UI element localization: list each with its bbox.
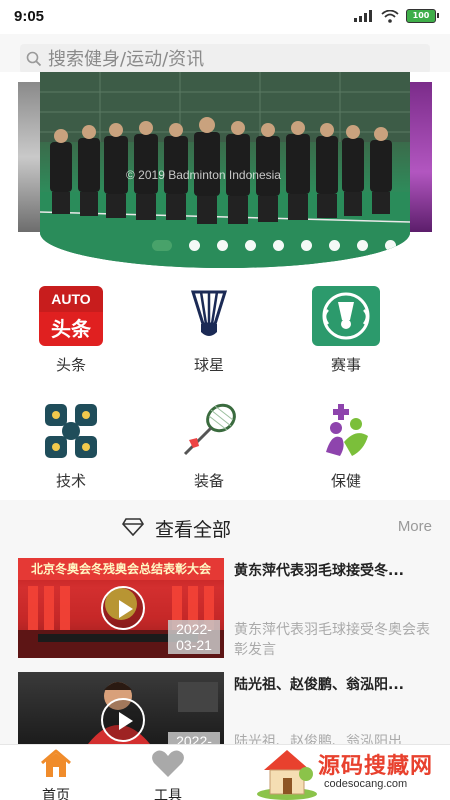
category-stars[interactable]: 球星 (159, 286, 259, 375)
play-button[interactable] (101, 698, 145, 742)
technique-icon (37, 402, 105, 462)
battery-icon: 100 (406, 9, 439, 23)
news-thumbnail[interactable]: 2022- (18, 672, 224, 744)
category-label: 球星 (193, 356, 224, 374)
search-bar[interactable] (20, 44, 430, 74)
date-badge: 2022- (168, 732, 220, 744)
section-title[interactable]: 查看全部 (155, 515, 231, 542)
tab-label: 工具 (154, 788, 182, 800)
signal-icon (354, 10, 372, 22)
status-icons: 100 (354, 9, 439, 23)
tournament-icon (312, 286, 380, 346)
shuttlecock-icon (175, 286, 243, 346)
health-icon (312, 402, 380, 462)
carousel-dot[interactable] (273, 240, 284, 251)
category-technique[interactable]: 技术 (21, 402, 121, 491)
news-title[interactable]: 黄东萍代表羽毛球接受冬... (234, 560, 434, 580)
category-label: 技术 (55, 472, 86, 490)
status-bar: 9:05 100 (0, 0, 450, 34)
category-health[interactable]: 保健 (296, 402, 396, 491)
date-badge: 2022- 03-21 (168, 620, 220, 654)
date-year: 2022- (176, 621, 212, 637)
banner-caption: © 2019 Badminton Indonesia (126, 168, 281, 182)
date-day: 03-21 (176, 637, 212, 653)
category-equipment[interactable]: 装备 (159, 402, 259, 491)
category-label: 保健 (330, 472, 361, 490)
toutiao-badge-bottom: 头条 (39, 312, 103, 346)
watermark-subtitle: codesocang.com (324, 778, 408, 790)
banner-prev-peek[interactable] (18, 82, 42, 232)
watermark: 源码搜藏网 codesocang.com (250, 744, 450, 800)
racket-icon (175, 402, 243, 462)
watermark-title: 源码搜藏网 (318, 754, 434, 779)
carousel-dot[interactable] (245, 240, 256, 251)
carousel-dot[interactable] (385, 240, 396, 251)
more-link[interactable]: More (398, 518, 432, 535)
category-label: 赛事 (330, 356, 361, 374)
category-grid: AUTO 头条 头条 球星 赛事 技术 装备 保健 (0, 272, 450, 500)
carousel-dot[interactable] (217, 240, 228, 251)
house-logo-icon (257, 750, 317, 800)
news-desc: 黄东萍代表羽毛球接受冬奥会表彰发言 (234, 622, 430, 658)
news-title[interactable]: 陆光祖、赵俊鹏、翁泓阳... (234, 674, 434, 694)
banner-next-peek[interactable] (408, 82, 432, 232)
toutiao-badge-top: AUTO (39, 286, 103, 312)
category-label: 头条 (55, 356, 86, 374)
section-header: 查看全部 More (0, 500, 450, 554)
carousel-dot[interactable] (301, 240, 312, 251)
category-toutiao[interactable]: AUTO 头条 头条 (21, 286, 121, 375)
banner-carousel[interactable]: © 2019 Badminton Indonesia (0, 72, 450, 272)
wifi-icon (381, 9, 399, 23)
search-input[interactable] (48, 48, 418, 70)
category-label: 装备 (193, 472, 224, 490)
category-tournament[interactable]: 赛事 (296, 286, 396, 375)
status-time: 9:05 (14, 8, 45, 25)
tab-tools[interactable]: 工具 (133, 749, 203, 800)
carousel-indicator[interactable] (152, 240, 396, 251)
heart-icon (152, 750, 184, 777)
toutiao-icon: AUTO 头条 (37, 286, 105, 346)
diamond-icon (122, 518, 144, 536)
carousel-dot[interactable] (357, 240, 368, 251)
tab-home[interactable]: 首页 (21, 749, 91, 800)
news-thumbnail[interactable]: 北京冬奥会冬残奥会总结表彰大会 2022- 03-21 (18, 558, 224, 658)
carousel-dot[interactable] (329, 240, 340, 251)
play-button[interactable] (101, 586, 145, 630)
banner-image[interactable]: © 2019 Badminton Indonesia (40, 72, 410, 268)
news-item[interactable]: 2022- 陆光祖、赵俊鹏、翁泓阳... 陆光祖、赵俊鹏、翁泓阳出 (0, 672, 450, 744)
carousel-dot[interactable] (152, 240, 172, 251)
date-year: 2022- (176, 733, 212, 744)
tab-label: 首页 (42, 788, 70, 800)
home-icon (41, 749, 71, 777)
search-icon (26, 51, 42, 67)
news-desc: 陆光祖、赵俊鹏、翁泓阳出 (234, 734, 402, 744)
carousel-dot[interactable] (189, 240, 200, 251)
news-item[interactable]: 北京冬奥会冬残奥会总结表彰大会 2022- 03-21 黄东萍代表羽毛球接受冬.… (0, 558, 450, 662)
